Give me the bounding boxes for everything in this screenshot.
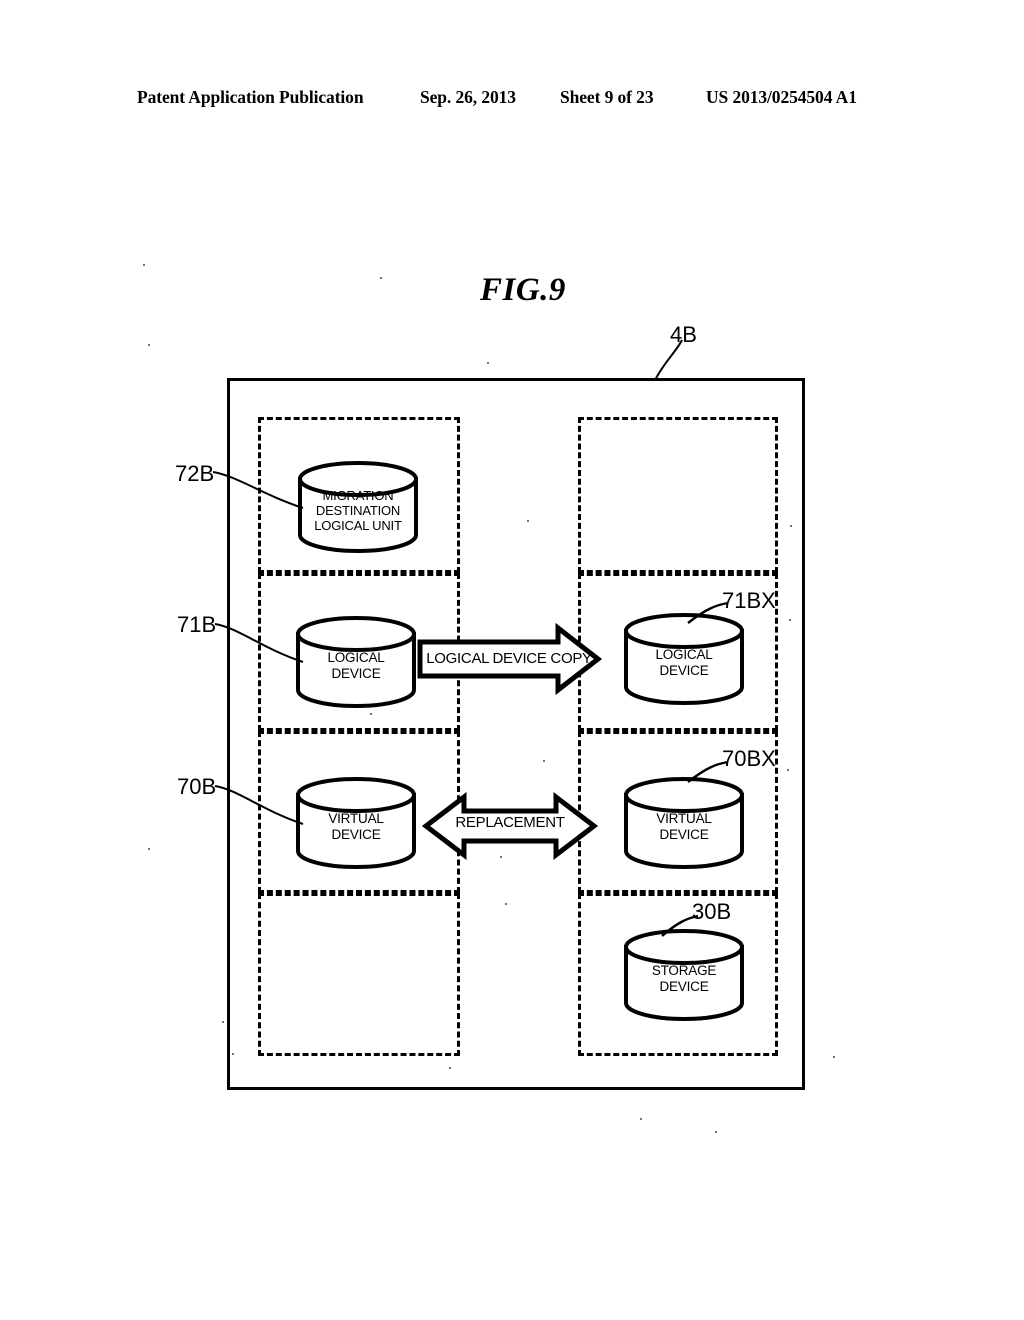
scan-speckle: [505, 903, 507, 905]
scan-speckle: [500, 856, 502, 858]
scan-speckle: [787, 769, 789, 771]
scan-speckle: [143, 264, 145, 266]
dashed-cell-left-row4: [258, 893, 460, 1056]
cylinder-logical-device-left: LOGICAL DEVICE: [294, 616, 418, 708]
cylinder-virtual-device-left: VIRTUAL DEVICE: [294, 777, 418, 869]
scan-speckle: [449, 1067, 451, 1069]
cylinder-virtual-device-right: VIRTUAL DEVICE: [622, 777, 746, 869]
cylinder-storage-device: STORAGE DEVICE: [622, 929, 746, 1021]
arrow-replacement: [421, 791, 599, 861]
reference-numeral-70bx: 70BX: [722, 746, 776, 771]
header-sheet-text: Sheet 9 of 23: [560, 86, 654, 107]
reference-numeral-4b: 4B: [670, 322, 697, 347]
reference-numeral-70b: 70B: [177, 774, 217, 799]
scan-speckle: [487, 362, 489, 364]
header-patent-number: US 2013/0254504 A1: [706, 86, 857, 107]
page-header: Patent Application Publication Sep. 26, …: [0, 82, 1024, 112]
scan-speckle: [520, 641, 522, 643]
scan-speckle: [148, 344, 150, 346]
dashed-cell-right-row1: [578, 417, 778, 573]
reference-numeral-71bx: 71BX: [722, 588, 776, 613]
scan-speckle: [232, 1053, 234, 1055]
reference-numeral-72b: 72B: [175, 461, 215, 486]
reference-numeral-71b: 71B: [177, 612, 217, 637]
cylinder-logical-device-right: LOGICAL DEVICE: [622, 613, 746, 705]
scan-speckle: [790, 525, 792, 527]
scan-speckle: [380, 277, 382, 279]
scan-speckle: [148, 848, 150, 850]
figure-title: FIG.9: [480, 272, 566, 308]
scan-speckle: [222, 1021, 224, 1023]
scan-speckle: [715, 1131, 717, 1133]
scan-speckle: [370, 713, 372, 715]
header-publication-text: Patent Application Publication: [137, 86, 364, 107]
reference-numeral-30b: 30B: [692, 899, 732, 924]
scan-speckle: [543, 760, 545, 762]
scan-speckle: [833, 1056, 835, 1058]
arrow-logical-device-copy: [417, 622, 603, 696]
scan-speckle: [527, 520, 529, 522]
header-date-text: Sep. 26, 2013: [420, 86, 516, 107]
cylinder-migration-destination-logical-unit: MIGRATION DESTINATION LOGICAL UNIT: [296, 461, 420, 553]
scan-speckle: [640, 1118, 642, 1120]
scan-speckle: [789, 619, 791, 621]
